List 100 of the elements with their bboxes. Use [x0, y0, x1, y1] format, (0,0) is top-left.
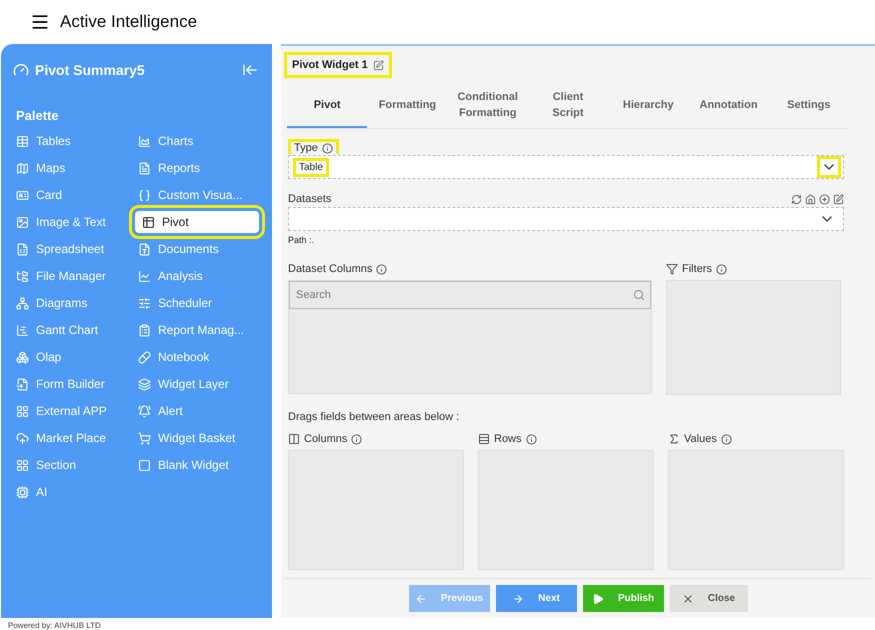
arrow-left-icon [414, 592, 427, 604]
palette-item[interactable]: Alert [135, 400, 259, 422]
field-label: Type [294, 142, 318, 154]
palette-item[interactable]: Section [13, 454, 135, 476]
play-icon [592, 592, 604, 604]
palette-item[interactable]: Diagrams [13, 292, 135, 314]
image-icon [16, 216, 29, 228]
dashboard-icon [13, 62, 29, 78]
refresh-icon[interactable] [791, 194, 802, 204]
form-icon [16, 378, 29, 390]
tab[interactable]: Pivot [287, 84, 368, 128]
home-icon[interactable] [805, 194, 816, 204]
palette-item[interactable]: Spreadsheet [13, 238, 135, 260]
info-icon [526, 434, 537, 444]
palette-item[interactable]: Maps [13, 157, 135, 179]
search-icon [633, 289, 645, 301]
cloud-upload-icon [16, 432, 29, 444]
table-icon [142, 216, 155, 228]
field-label: Dataset Columns [288, 263, 372, 275]
info-icon [716, 264, 727, 274]
palette-item[interactable]: Report Manag... [135, 319, 259, 341]
spreadsheet-icon [16, 242, 29, 256]
sidebar-title: Pivot Summary5 [35, 62, 145, 78]
palette-item[interactable]: Card [13, 184, 135, 206]
layers-icon [138, 378, 151, 390]
field-label: Columns [304, 433, 348, 445]
pill-icon [138, 350, 151, 364]
palette-item[interactable]: Tables [13, 130, 135, 152]
chart-icon [138, 134, 151, 148]
grid-icon [16, 404, 29, 418]
palette-item[interactable]: File Manager [13, 265, 135, 287]
palette-item[interactable]: Analysis [135, 265, 259, 287]
section-label: Palette [16, 108, 60, 123]
alarm-icon [138, 404, 151, 418]
palette-item[interactable]: External APP [13, 400, 135, 422]
palette-item[interactable]: Form Builder [13, 373, 135, 395]
path-text: Path :. [288, 235, 316, 245]
sigma-icon [668, 433, 680, 445]
braces-icon [138, 188, 151, 202]
type-select[interactable]: Table [288, 155, 844, 179]
palette-item[interactable]: Gantt Chart [13, 319, 135, 341]
field-label: Datasets [288, 193, 332, 205]
close-icon [682, 592, 694, 604]
tab[interactable]: Annotation [688, 84, 769, 128]
table-icon [16, 134, 29, 148]
info-icon [720, 434, 732, 444]
palette-item[interactable]: Market Place [13, 427, 135, 449]
collapse-icon[interactable] [242, 62, 258, 78]
palette-item[interactable]: Image & Text [13, 211, 135, 233]
action-button[interactable]: Close [670, 585, 748, 612]
card-icon [16, 188, 29, 202]
line-chart-icon [138, 270, 151, 282]
palette-item[interactable]: Olap [13, 346, 135, 368]
arrow-right-icon [512, 592, 524, 604]
field-label: Rows [494, 433, 522, 445]
tab[interactable]: Settings [768, 84, 849, 128]
rows-icon [478, 433, 490, 445]
document-icon [138, 242, 151, 256]
widget-title: Pivot Widget 1 [292, 59, 368, 71]
add-icon[interactable] [819, 194, 830, 204]
info-icon [351, 434, 362, 444]
palette-item[interactable]: Widget Layer [135, 373, 259, 395]
palette-item[interactable]: Pivot [135, 211, 259, 233]
blank-square-icon [138, 458, 151, 472]
palette-item[interactable]: Widget Basket [135, 427, 259, 449]
palette-item[interactable]: AI [13, 481, 135, 503]
info-icon [322, 142, 333, 154]
field-label: Values [684, 433, 717, 445]
palette-item[interactable]: Documents [135, 238, 259, 260]
search-field[interactable]: Search [289, 281, 651, 309]
palette-item[interactable]: Blank Widget [135, 454, 259, 476]
action-button[interactable]: Next [496, 585, 576, 612]
palette-item[interactable]: Notebook [135, 346, 259, 368]
cart-icon [138, 432, 151, 444]
tab[interactable]: Client Script [528, 84, 608, 128]
gantt-icon [16, 324, 29, 336]
document-icon [138, 162, 151, 174]
columns-icon [288, 433, 300, 445]
footer-text: Powered by: AIVHUB LTD [7, 620, 102, 630]
edit-icon[interactable] [372, 60, 384, 70]
palette-item[interactable]: Charts [135, 130, 259, 152]
filter-icon [666, 263, 678, 275]
tab[interactable]: Hierarchy [608, 84, 688, 128]
palette-item[interactable]: Scheduler [135, 292, 259, 314]
tab[interactable]: Formatting [367, 84, 448, 128]
field-label: Filters [682, 263, 712, 275]
grid-icon [16, 458, 29, 472]
chip-icon [16, 486, 29, 498]
hint-text: Drags fields between areas below : [288, 411, 460, 423]
map-icon [16, 162, 29, 174]
palette-item[interactable]: Custom Visua... [135, 184, 259, 206]
diagram-icon [16, 296, 29, 310]
action-button[interactable]: Publish [582, 585, 664, 612]
tab[interactable]: Conditional Formatting [448, 84, 528, 128]
palette-item[interactable]: Reports [135, 157, 259, 179]
cubes-icon [16, 350, 29, 364]
edit-icon[interactable] [833, 194, 844, 204]
sliders-icon [138, 296, 151, 310]
folder-tree-icon [16, 270, 29, 282]
app-title: Active Intelligence [60, 12, 198, 32]
